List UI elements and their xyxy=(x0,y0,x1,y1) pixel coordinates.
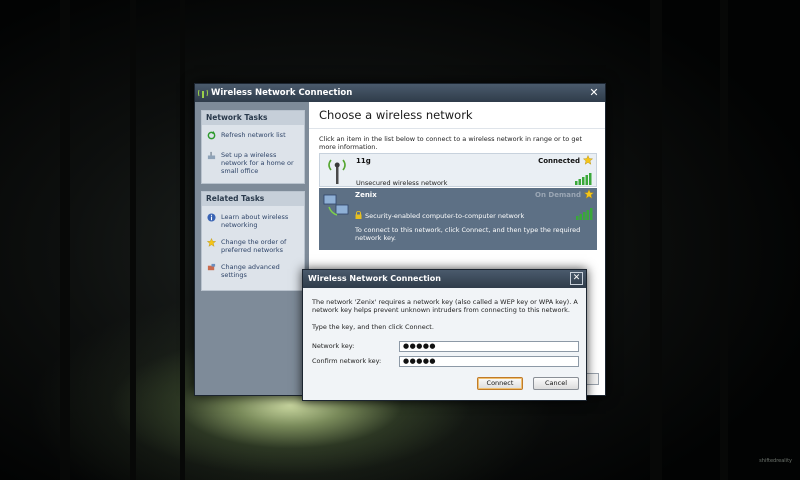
network-description: Unsecured wireless network xyxy=(356,179,448,187)
network-key-label: Network key: xyxy=(312,342,355,350)
dialog-title: Wireless Network Connection xyxy=(308,274,441,283)
dialog-message: The network 'Zenix' requires a network k… xyxy=(312,298,578,314)
background-tree xyxy=(180,0,185,480)
network-key-field[interactable]: ●●●●● xyxy=(399,341,579,352)
cancel-button[interactable]: Cancel xyxy=(533,377,579,390)
network-name: Zenix xyxy=(355,191,377,199)
related-tasks-panel: Related Tasks Learn about wireless netwo… xyxy=(201,191,305,291)
window-title: Wireless Network Connection xyxy=(211,88,353,98)
connect-button[interactable]: Connect xyxy=(477,377,523,390)
window-titlebar[interactable]: Wireless Network Connection ✕ xyxy=(195,84,605,102)
background-tree xyxy=(650,0,662,480)
learn-wireless-label: Learn about wireless networking xyxy=(221,213,289,229)
tasks-pane: Network Tasks Refresh network list Set u… xyxy=(195,102,309,395)
title-divider xyxy=(309,128,605,129)
signal-strength-icon xyxy=(575,173,592,185)
change-advanced-settings-label: Change advanced settings xyxy=(221,263,280,279)
confirm-key-label: Confirm network key: xyxy=(312,357,382,365)
close-icon[interactable]: ✕ xyxy=(587,86,601,100)
refresh-icon xyxy=(207,131,216,140)
wireless-icon xyxy=(198,89,208,98)
change-order-label: Change the order of preferred networks xyxy=(221,238,287,254)
change-order-link[interactable]: Change the order of preferred networks xyxy=(202,238,304,254)
watermark: shiftedreality xyxy=(759,458,792,464)
dialog-titlebar[interactable]: Wireless Network Connection ✕ xyxy=(303,270,586,288)
network-tasks-heading: Network Tasks xyxy=(202,111,304,125)
change-advanced-settings-link[interactable]: Change advanced settings xyxy=(202,263,304,279)
instructions-text: Click an item in the list below to conne… xyxy=(319,135,583,151)
network-name: 11g xyxy=(356,157,371,165)
antenna-icon xyxy=(328,159,346,184)
wireless-setup-icon xyxy=(207,151,216,160)
refresh-network-list-link[interactable]: Refresh network list xyxy=(202,131,304,140)
lock-icon xyxy=(355,211,362,219)
settings-icon xyxy=(207,263,216,271)
info-icon xyxy=(207,213,216,222)
star-icon xyxy=(583,155,593,165)
network-key-dialog: Wireless Network Connection ✕ The networ… xyxy=(302,269,587,401)
dialog-body: The network 'Zenix' requires a network k… xyxy=(303,288,586,400)
background-tree xyxy=(60,0,70,480)
dialog-instruction: Type the key, and then click Connect. xyxy=(312,323,434,331)
star-icon xyxy=(207,238,216,247)
network-status: Connected xyxy=(538,157,580,165)
related-tasks-heading: Related Tasks xyxy=(202,192,304,206)
setup-wireless-network-link[interactable]: Set up a wireless network for a home or … xyxy=(202,151,304,175)
network-description: Security-enabled computer-to-computer ne… xyxy=(365,212,525,220)
learn-wireless-link[interactable]: Learn about wireless networking xyxy=(202,213,304,229)
page-title: Choose a wireless network xyxy=(319,108,473,122)
refresh-network-list-label: Refresh network list xyxy=(221,131,286,139)
setup-wireless-network-label: Set up a wireless network for a home or … xyxy=(221,151,294,175)
network-status: On Demand xyxy=(535,191,581,199)
close-icon[interactable]: ✕ xyxy=(570,272,583,285)
network-tasks-panel: Network Tasks Refresh network list Set u… xyxy=(201,110,305,184)
signal-strength-icon xyxy=(576,208,593,220)
network-item-11g[interactable]: 11g Connected Unsecured wireless network xyxy=(319,153,597,187)
computer-to-computer-icon xyxy=(323,194,349,216)
network-item-zenix[interactable]: Zenix On Demand Security-enabled compute… xyxy=(319,188,597,250)
confirm-key-field[interactable]: ●●●●● xyxy=(399,356,579,367)
star-icon xyxy=(584,189,594,199)
background-tree xyxy=(130,0,136,480)
background-tree xyxy=(720,0,728,480)
network-connect-message: To connect to this network, click Connec… xyxy=(355,226,581,242)
